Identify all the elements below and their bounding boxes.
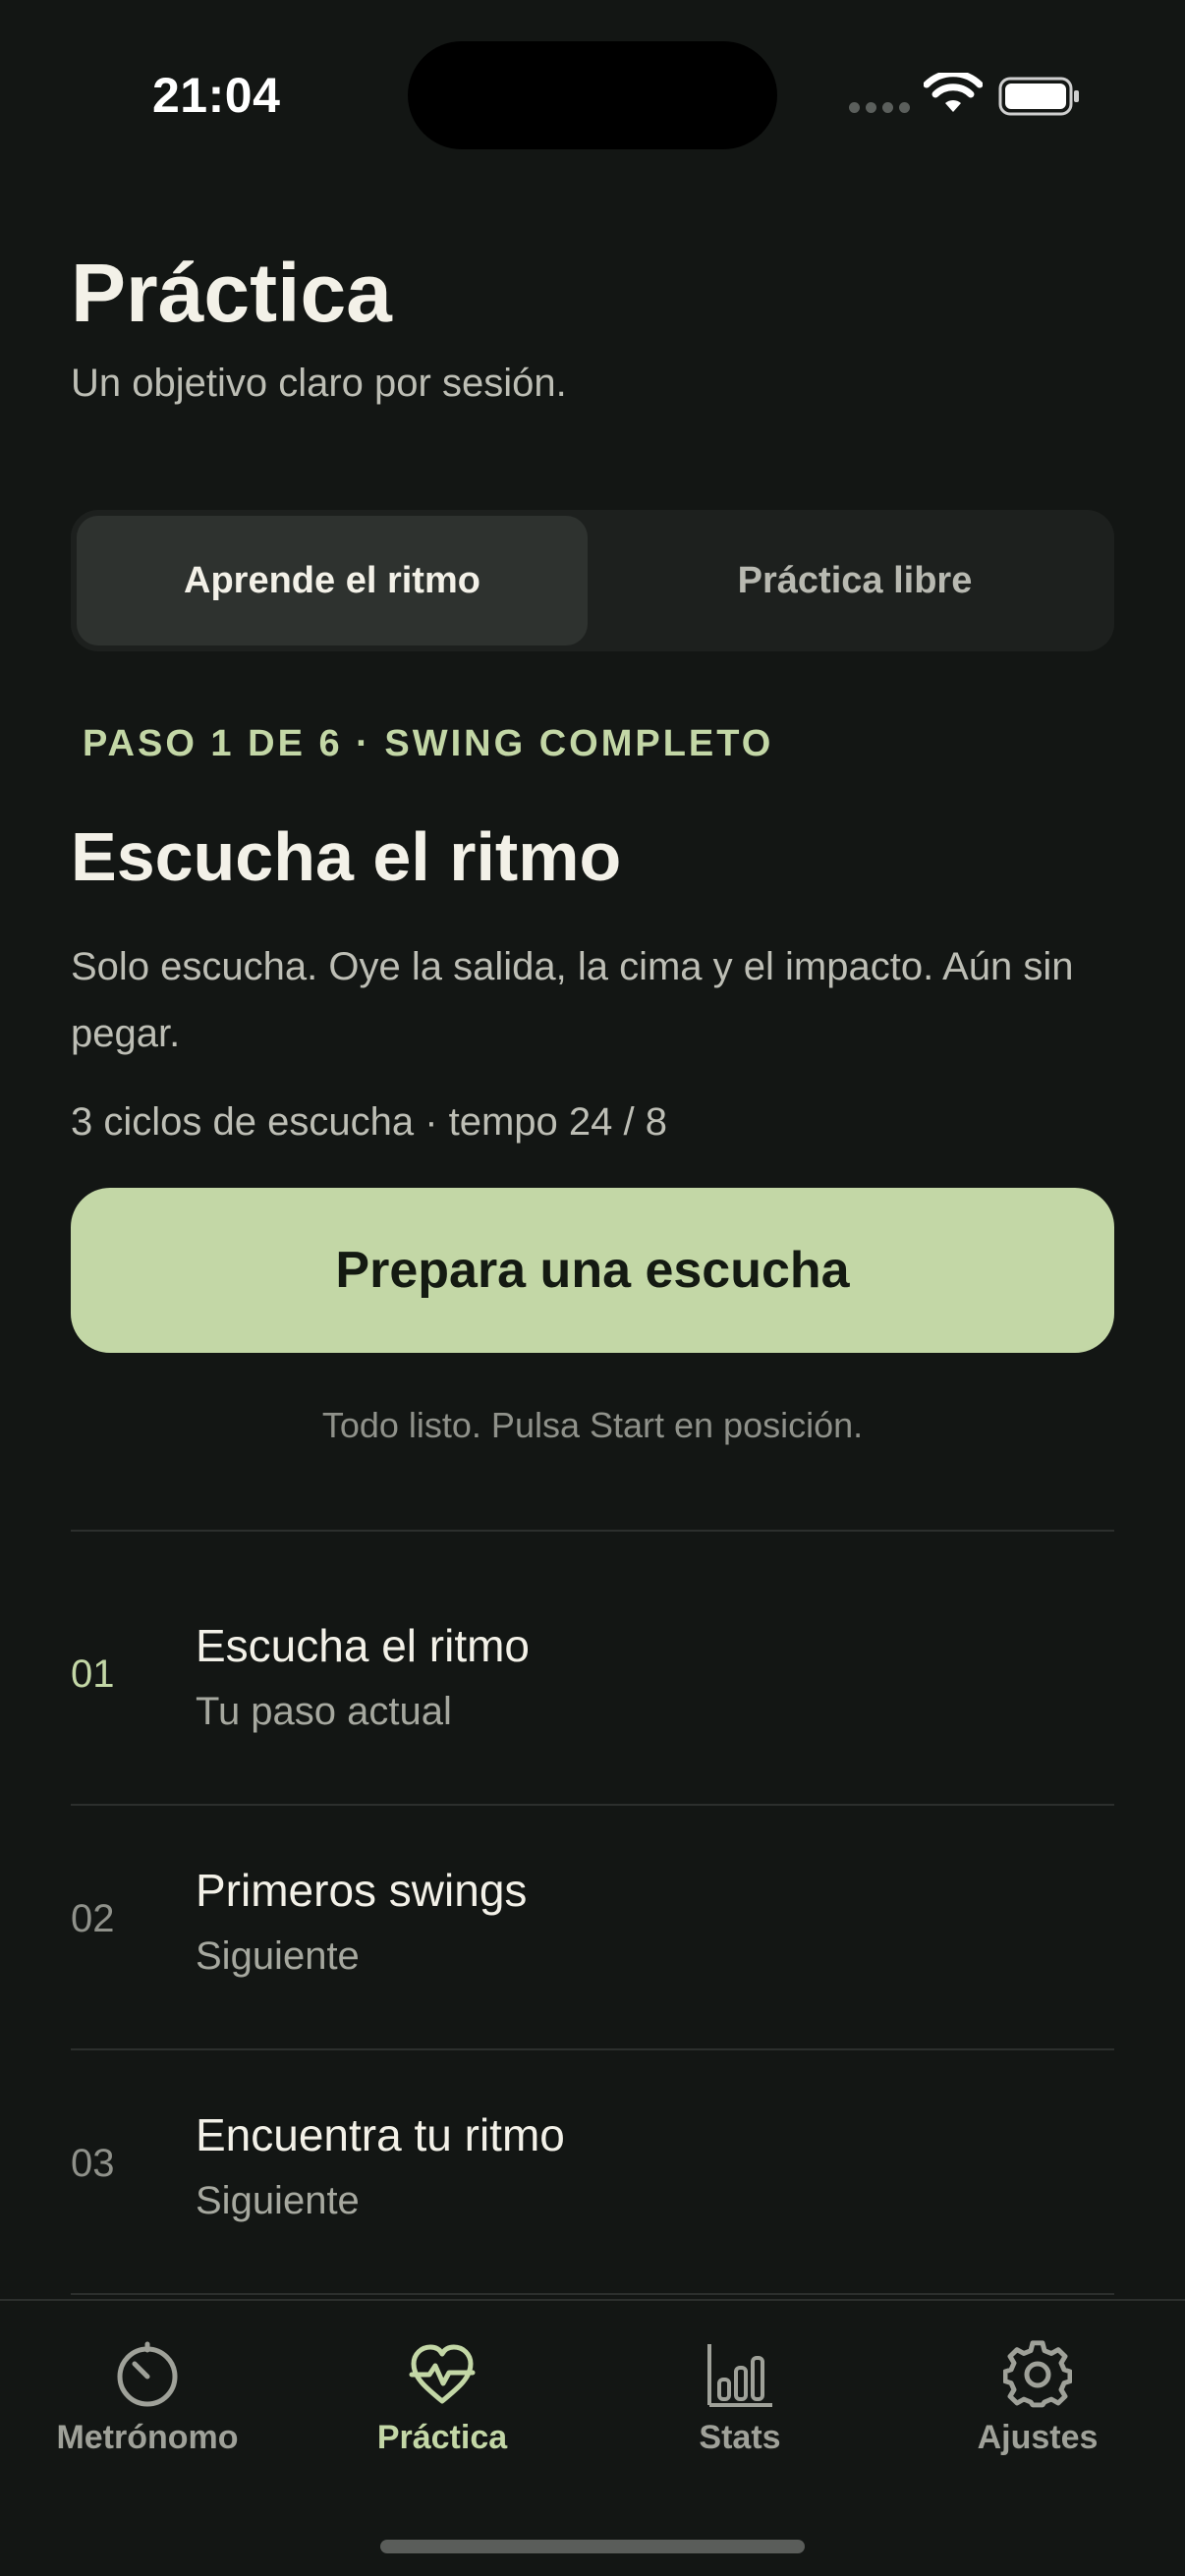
step-item-status: Siguiente (196, 1934, 360, 1978)
list-item-step-03[interactable]: 03 Encuentra tu ritmo Siguiente (71, 2051, 1114, 2295)
step-meta: 3 ciclos de escucha · tempo 24 / 8 (71, 1100, 667, 1144)
step-description: Solo escucha. Oye la salida, la cima y e… (71, 945, 1074, 1055)
heart-pulse-icon (409, 2344, 476, 2404)
tab-settings[interactable]: Ajustes (890, 2340, 1185, 2457)
list-item-step-02[interactable]: 02 Primeros swings Siguiente (71, 1807, 1114, 2050)
step-item-title: Escucha el ritmo (196, 1620, 531, 1671)
tab-label: Práctica (376, 2419, 508, 2456)
tab-stats[interactable]: Stats (592, 2340, 887, 2457)
segment-learn-rhythm[interactable]: Aprende el ritmo (77, 516, 588, 645)
status-time: 21:04 (152, 68, 281, 123)
tab-label: Ajustes (977, 2419, 1099, 2456)
step-item-status: Tu paso actual (196, 1690, 452, 1733)
tab-metronome[interactable]: Metrónomo (0, 2340, 295, 2457)
wifi-icon (924, 73, 983, 112)
step-kicker: PASO 1 DE 6 · SWING COMPLETO (83, 723, 774, 764)
tab-practice[interactable]: Práctica (295, 2340, 590, 2457)
step-number: 03 (71, 2142, 115, 2185)
tab-label: Stats (699, 2419, 781, 2456)
gear-icon (1003, 2340, 1072, 2408)
cellular-signal-icon (849, 102, 910, 113)
tab-bar: Metrónomo Práctica Stats Ajustes (0, 2299, 1185, 2576)
divider (71, 2293, 1114, 2295)
segment-free-practice[interactable]: Práctica libre (601, 516, 1108, 645)
divider (71, 1530, 1114, 1532)
step-number: 02 (71, 1897, 115, 1940)
bar-chart-icon (707, 2344, 772, 2407)
page-subtitle: Un objetivo claro por sesión. (71, 362, 567, 405)
step-number: 01 (71, 1652, 115, 1696)
home-indicator (380, 2540, 805, 2553)
divider (71, 2048, 1114, 2050)
status-hint: Todo listo. Pulsa Start en posición. (321, 1405, 864, 1445)
step-item-title: Primeros swings (196, 1865, 528, 1916)
step-item-title: Encuentra tu ritmo (196, 2109, 565, 2160)
list-item-step-01[interactable]: 01 Escucha el ritmo Tu paso actual (71, 1562, 1114, 1806)
divider (71, 1804, 1114, 1806)
page-title: Práctica (71, 247, 392, 339)
tab-label: Metrónomo (56, 2419, 239, 2456)
dynamic-island (408, 41, 777, 149)
battery-icon (998, 77, 1079, 116)
prepare-listen-button[interactable]: Prepara una escucha (71, 1188, 1114, 1353)
step-item-status: Siguiente (196, 2179, 360, 2222)
step-title: Escucha el ritmo (71, 818, 622, 895)
practice-screen: 21:04 Práctica Un objetivo claro por ses… (0, 0, 1185, 2576)
metronome-gauge-icon (117, 2341, 178, 2407)
mode-segmented-control: Aprende el ritmo Práctica libre (71, 510, 1114, 651)
